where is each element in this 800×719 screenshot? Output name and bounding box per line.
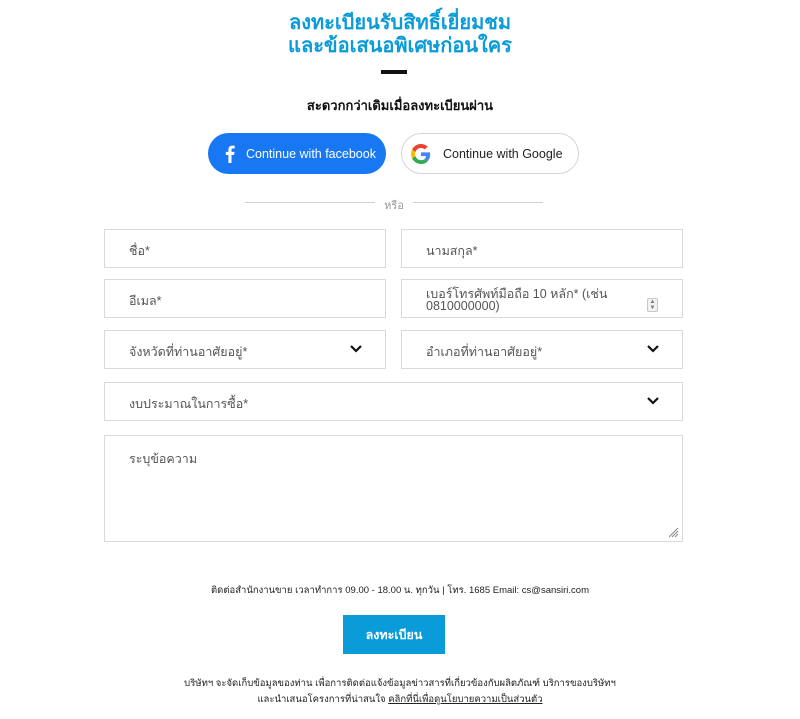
chevron-down-icon — [647, 397, 659, 405]
number-stepper-icon[interactable]: ▲ ▼ — [647, 298, 658, 312]
privacy-policy-link[interactable]: คลิกที่นี่เพื่อดูนโยบายความเป็นส่วนตัว — [388, 694, 542, 705]
province-select[interactable]: จังหวัดที่ท่านอาศัยอยู่* — [104, 330, 386, 369]
or-separator: หรือ — [245, 196, 543, 212]
privacy-line-2-text: และนำเสนอโครงการที่น่าสนใจ — [257, 694, 386, 705]
separator-line-right — [413, 202, 543, 203]
privacy-line-2: และนำเสนอโครงการที่น่าสนใจ คลิกที่นี่เพื… — [0, 692, 800, 708]
last-name-field[interactable]: นามสกุล* — [401, 229, 683, 268]
privacy-notice: บริษัทฯ จะจัดเก็บข้อมูลของท่าน เพื่อการต… — [0, 676, 800, 708]
district-select[interactable]: อำเภอที่ท่านอาศัยอยู่* — [401, 330, 683, 369]
first-name-field[interactable]: ชื่อ* — [104, 229, 386, 268]
google-icon — [410, 143, 432, 165]
province-placeholder: จังหวัดที่ท่านอาศัยอยู่* — [129, 345, 248, 359]
chevron-down-icon — [647, 345, 659, 353]
facebook-icon — [222, 145, 237, 163]
facebook-login-label: Continue with facebook — [246, 146, 376, 161]
google-login-label: Continue with Google — [443, 146, 563, 161]
page-title-line-2: และข้อเสนอพิเศษก่อนใคร — [288, 35, 512, 57]
or-text: หรือ — [384, 200, 404, 212]
facebook-login-button[interactable]: Continue with facebook — [208, 133, 386, 174]
email-field[interactable]: อีเมล* — [104, 279, 386, 318]
privacy-line-1: บริษัทฯ จะจัดเก็บข้อมูลของท่าน เพื่อการต… — [184, 678, 616, 689]
district-placeholder: อำเภอที่ท่านอาศัยอยู่* — [426, 345, 543, 359]
contact-info: ติดต่อสำนักงานขาย เวลาทำการ 09.00 - 18.0… — [211, 585, 589, 596]
email-placeholder: อีเมล* — [129, 294, 162, 308]
google-login-button[interactable]: Continue with Google — [401, 133, 579, 174]
phone-placeholder: เบอร์โทรศัพท์มือถือ 10 หลัก* (เช่น 08100… — [426, 287, 608, 313]
resize-handle-icon[interactable] — [669, 528, 679, 538]
chevron-down-icon — [350, 345, 362, 353]
last-name-placeholder: นามสกุล* — [426, 244, 478, 258]
phone-field[interactable]: เบอร์โทรศัพท์มือถือ 10 หลัก* (เช่น 08100… — [401, 279, 683, 318]
register-button[interactable]: ลงทะเบียน — [343, 615, 445, 654]
message-placeholder: ระบุข้อความ — [129, 452, 198, 466]
message-textarea[interactable]: ระบุข้อความ — [104, 435, 683, 542]
budget-placeholder: งบประมาณในการซื้อ* — [129, 397, 249, 411]
page-subtitle: สะดวกกว่าเดิมเมื่อลงทะเบียนผ่าน — [306, 98, 494, 113]
page-title: ลงทะเบียนรับสิทธิ์เยี่ยมชม และข้อเสนอพิเ… — [0, 12, 800, 58]
budget-select[interactable]: งบประมาณในการซื้อ* — [104, 382, 683, 421]
page-title-line-1: ลงทะเบียนรับสิทธิ์เยี่ยมชม — [288, 12, 512, 34]
title-divider — [381, 70, 407, 74]
first-name-placeholder: ชื่อ* — [129, 244, 150, 258]
